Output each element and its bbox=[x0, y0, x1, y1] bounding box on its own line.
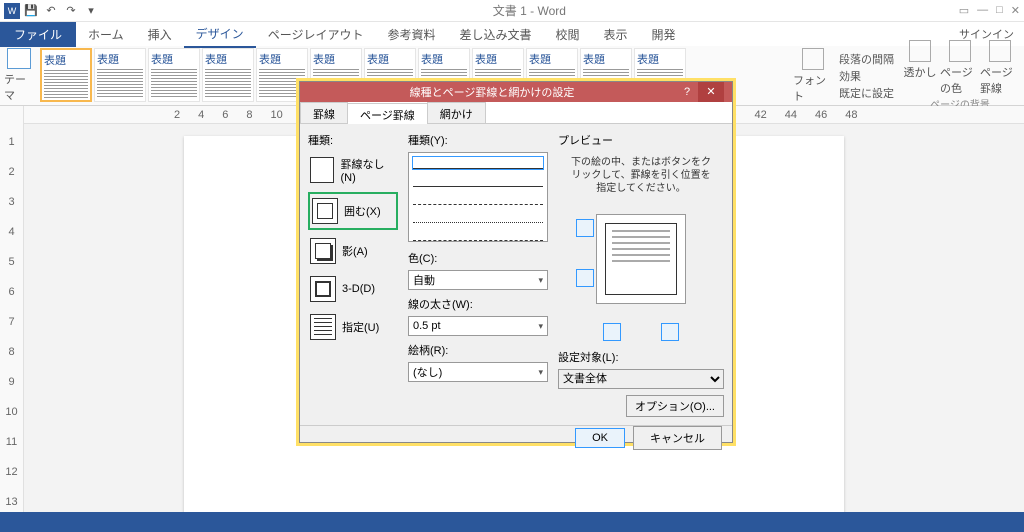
theme-label: テーマ bbox=[4, 71, 34, 103]
width-combo[interactable]: 0.5 pt▾ bbox=[408, 316, 548, 336]
themes-button[interactable]: テーマ bbox=[4, 48, 34, 103]
dialog-highlight-outline: 線種とページ罫線と網かけの設定 ? ✕ 罫線 ページ罫線 網かけ 種類: 罫線な… bbox=[296, 78, 736, 446]
setting-shadow[interactable]: 影(A) bbox=[308, 234, 398, 268]
help-icon[interactable]: ? bbox=[676, 86, 698, 98]
page-color-button[interactable]: ページの色 bbox=[940, 40, 980, 96]
options-button[interactable]: オプション(O)... bbox=[626, 395, 724, 417]
page-borders-button[interactable]: ページ罫線 bbox=[980, 40, 1020, 96]
word-icon: W bbox=[4, 3, 20, 19]
box-icon bbox=[312, 198, 338, 224]
3d-icon bbox=[310, 276, 336, 302]
line-style-list[interactable] bbox=[408, 152, 548, 242]
setting-none[interactable]: 罫線なし(N) bbox=[308, 152, 398, 188]
page-border-icon bbox=[989, 40, 1011, 62]
style-item[interactable]: 表題 bbox=[40, 48, 92, 102]
setting-label: 種類: bbox=[308, 132, 398, 148]
shadow-icon bbox=[310, 238, 336, 264]
ribbon-options-icon[interactable]: ▭ bbox=[959, 4, 969, 17]
apply-to-select[interactable]: 文書全体 bbox=[558, 369, 724, 389]
window-controls: ▭ — □ ✕ bbox=[959, 4, 1020, 17]
ribbon-right-tools: フォント 段落の間隔 効果 既定に設定 透かし ページの色 ページ罫線 ページの… bbox=[793, 48, 1020, 103]
tab-developer[interactable]: 開発 bbox=[640, 22, 688, 47]
style-column: 種類(Y): 色(C): 自動▾ 線の太さ(W): 0.5 pt▾ 絵柄(R):… bbox=[408, 132, 548, 417]
preview-instruction: 下の絵の中、またはボタンをクリックして、罫線を引く位置を指定してください。 bbox=[558, 152, 724, 199]
close-window-icon[interactable]: ✕ bbox=[1011, 4, 1020, 17]
theme-icon bbox=[7, 48, 31, 69]
preview-page bbox=[605, 223, 677, 295]
setting-custom[interactable]: 指定(U) bbox=[308, 310, 398, 344]
effects-button[interactable]: 効果 bbox=[839, 68, 894, 84]
status-bar bbox=[0, 512, 1024, 532]
set-default-button[interactable]: 既定に設定 bbox=[839, 85, 894, 101]
dialog-title-text: 線種とページ罫線と網かけの設定 bbox=[308, 84, 676, 100]
setting-3d[interactable]: 3-D(D) bbox=[308, 272, 398, 306]
tab-view[interactable]: 表示 bbox=[592, 22, 640, 47]
dialog-tabs: 罫線 ページ罫線 網かけ bbox=[300, 102, 732, 124]
redo-icon[interactable]: ↷ bbox=[62, 2, 80, 20]
preview-box bbox=[596, 214, 686, 304]
quick-access-toolbar: W 💾 ↶ ↷ ▾ bbox=[4, 2, 100, 20]
chevron-down-icon: ▾ bbox=[538, 367, 543, 378]
art-combo[interactable]: (なし)▾ bbox=[408, 362, 548, 382]
tab-references[interactable]: 参考資料 bbox=[375, 22, 447, 47]
preview-column: プレビュー 下の絵の中、またはボタンをクリックして、罫線を引く位置を指定してくだ… bbox=[558, 132, 724, 417]
tab-review[interactable]: 校閲 bbox=[543, 22, 591, 47]
art-label: 絵柄(R): bbox=[408, 342, 548, 358]
setting-column: 種類: 罫線なし(N) 囲む(X) 影(A) 3-D(D) bbox=[308, 132, 398, 417]
color-combo[interactable]: 自動▾ bbox=[408, 270, 548, 290]
tab-mailings[interactable]: 差し込み文書 bbox=[447, 22, 543, 47]
preview-label: プレビュー bbox=[558, 132, 724, 148]
width-label: 線の太さ(W): bbox=[408, 296, 548, 312]
paragraph-spacing-button[interactable]: 段落の間隔 bbox=[839, 51, 894, 67]
tab-borders[interactable]: 罫線 bbox=[300, 102, 348, 123]
page-color-icon bbox=[949, 40, 971, 62]
setting-box[interactable]: 囲む(X) bbox=[308, 192, 398, 230]
vertical-ruler: 12345678910111213 bbox=[0, 106, 24, 532]
tab-layout[interactable]: ページレイアウト bbox=[256, 22, 376, 47]
custom-icon bbox=[310, 314, 336, 340]
edge-right-button[interactable] bbox=[661, 323, 679, 341]
chevron-down-icon: ▾ bbox=[538, 321, 543, 332]
color-label: 色(C): bbox=[408, 250, 548, 266]
preview-area bbox=[558, 199, 724, 319]
watermark-icon bbox=[909, 40, 931, 62]
dialog-titlebar: 線種とページ罫線と網かけの設定 ? ✕ bbox=[300, 82, 732, 102]
tab-home[interactable]: ホーム bbox=[76, 22, 136, 47]
watermark-button[interactable]: 透かし bbox=[900, 40, 940, 96]
undo-icon[interactable]: ↶ bbox=[42, 2, 60, 20]
line-style-label: 種類(Y): bbox=[408, 132, 548, 148]
edge-left-button[interactable] bbox=[603, 323, 621, 341]
qat-dropdown-icon[interactable]: ▾ bbox=[82, 2, 100, 20]
file-tab[interactable]: ファイル bbox=[0, 22, 76, 47]
style-item[interactable]: 表題 bbox=[148, 48, 200, 102]
chevron-down-icon: ▾ bbox=[538, 275, 543, 286]
close-icon[interactable]: ✕ bbox=[698, 82, 724, 102]
document-title: 文書 1 - Word bbox=[100, 2, 959, 19]
cancel-button[interactable]: キャンセル bbox=[633, 426, 722, 450]
dialog-body: 種類: 罫線なし(N) 囲む(X) 影(A) 3-D(D) bbox=[300, 124, 732, 425]
title-bar: W 💾 ↶ ↷ ▾ 文書 1 - Word ▭ — □ ✕ bbox=[0, 0, 1024, 22]
tab-design[interactable]: デザイン bbox=[184, 21, 256, 48]
edge-top-button[interactable] bbox=[576, 219, 594, 237]
dialog-footer: OK キャンセル bbox=[300, 425, 732, 450]
minimize-icon[interactable]: — bbox=[977, 4, 988, 17]
tab-shading[interactable]: 網かけ bbox=[427, 102, 486, 123]
borders-shading-dialog: 線種とページ罫線と網かけの設定 ? ✕ 罫線 ページ罫線 網かけ 種類: 罫線な… bbox=[299, 81, 733, 443]
style-item[interactable]: 表題 bbox=[202, 48, 254, 102]
edge-bottom-button[interactable] bbox=[576, 269, 594, 287]
style-item[interactable]: 表題 bbox=[94, 48, 146, 102]
tab-page-border[interactable]: ページ罫線 bbox=[347, 103, 428, 124]
apply-to-label: 設定対象(L): bbox=[558, 349, 724, 365]
save-icon[interactable]: 💾 bbox=[22, 2, 40, 20]
none-icon bbox=[310, 157, 334, 183]
ok-button[interactable]: OK bbox=[575, 428, 625, 448]
maximize-icon[interactable]: □ bbox=[996, 4, 1003, 17]
fonts-button[interactable]: フォント bbox=[793, 48, 833, 104]
tab-insert[interactable]: 挿入 bbox=[136, 22, 184, 47]
font-icon bbox=[802, 48, 824, 70]
ribbon-tabs: ファイル ホーム 挿入 デザイン ページレイアウト 参考資料 差し込み文書 校閲… bbox=[0, 22, 1024, 46]
